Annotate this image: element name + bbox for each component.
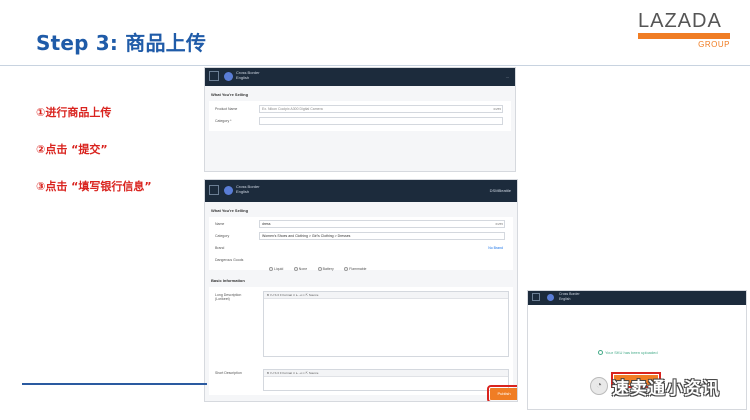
editor-toolbar[interactable]: B I U S ≡ ≡ Format ∨ ⇤ ⇥ ∞ ⇱ Source <box>264 370 508 377</box>
publish-button[interactable]: Publish <box>487 385 517 401</box>
language-label: English <box>236 75 250 80</box>
radio-circle-icon <box>317 267 322 272</box>
radio-battery[interactable]: Battery <box>317 267 334 272</box>
lazada-logo: LAZADA GROUP <box>638 10 730 49</box>
top-bar: Cross Border English DSMBeattle <box>205 180 517 202</box>
char-counter: 0/255 <box>493 107 501 111</box>
radio-label: Battery <box>322 267 334 271</box>
step-1: ①进行商品上传 <box>36 106 112 119</box>
account-avatar-icon <box>224 72 233 81</box>
form-card: Product Name Ex. Nikon Coolpix A300 Digi… <box>209 101 511 131</box>
steps-list: ①进行商品上传 ②点击 “提交” ③点击 “填写银行信息” <box>36 107 152 218</box>
account-switcher[interactable]: Cross Border English <box>236 70 260 80</box>
logo-accent-bar <box>638 33 730 39</box>
check-circle-icon <box>598 350 603 356</box>
step-3: ③点击 “填写银行信息” <box>36 180 152 193</box>
radio-none[interactable]: None <box>293 267 308 272</box>
category-input[interactable]: Women's Shoes and Clothing > Girl's Clot… <box>259 232 505 240</box>
radio-label: None <box>298 267 308 271</box>
language-label: English <box>559 297 571 301</box>
seller-center-logo <box>532 293 540 301</box>
radio-label: Liquid <box>274 267 284 271</box>
screenshot-product-form: Cross Border English DSMBeattle What You… <box>204 179 518 402</box>
short-description-label: Short Description <box>215 371 242 375</box>
product-name-row: Product Name Ex. Nikon Coolpix A300 Digi… <box>215 104 505 116</box>
category-label: Category <box>215 234 230 238</box>
screenshot-product-upload: Cross Border English ... What You're Sel… <box>204 67 516 172</box>
basic-info-card: Long Description (Lorikeet) B I U S ≡ ≡ … <box>209 287 513 395</box>
user-menu[interactable]: ... <box>506 74 509 79</box>
product-name-input[interactable]: Ex. Nikon Coolpix A300 Digital Camera <box>259 105 503 113</box>
user-menu[interactable]: DSMBeattle <box>490 188 511 193</box>
account-avatar-icon <box>547 294 554 301</box>
category-label: Category * <box>215 119 232 123</box>
no-brand-link[interactable]: No Brand <box>488 246 503 250</box>
name-label: Name <box>215 222 225 226</box>
product-name-label: Product Name <box>215 107 238 111</box>
watermark-text: 速卖通小资讯 <box>612 378 720 399</box>
seller-center-logo <box>209 185 219 195</box>
brand-row: Brand No Brand <box>215 243 507 255</box>
logo-text: LAZADA <box>638 10 722 32</box>
dangerous-goods-row: Dangerous Goods Liquid None Battery Flam… <box>215 255 507 272</box>
account-switcher[interactable]: Cross Border English <box>236 184 260 194</box>
radio-circle-icon <box>293 267 298 272</box>
category-input[interactable] <box>259 117 503 125</box>
name-row: Name dress 6/255 <box>215 219 507 231</box>
category-row: Category Women's Shoes and Clothing > Gi… <box>215 231 507 243</box>
slide-title: Step 3: 商品上传 <box>36 31 207 55</box>
char-counter: 6/255 <box>495 222 503 226</box>
watermark: ◔ 速卖通小资讯 <box>590 374 720 399</box>
top-bar: Cross Border English ... <box>205 68 515 86</box>
account-avatar-icon <box>224 186 233 195</box>
name-input[interactable]: dress <box>259 220 505 228</box>
category-row: Category * <box>215 116 505 128</box>
footer-divider <box>22 383 207 385</box>
title-divider <box>0 65 750 66</box>
step-2: ②点击 “提交” <box>36 143 108 156</box>
seller-center-logo <box>209 71 219 81</box>
success-text: Your SKU has been uploaded <box>605 350 658 355</box>
radio-circle-icon <box>344 267 349 272</box>
section-title: What You're Selling <box>211 92 249 97</box>
upload-success-message: Your SKU has been uploaded <box>598 350 658 356</box>
section-title: What You're Selling <box>211 208 249 213</box>
long-description-label: Long Description (Lorikeet) <box>215 293 242 301</box>
radio-circle-icon <box>269 267 273 272</box>
top-bar: Cross Border English <box>528 291 746 305</box>
dangerous-goods-label: Dangerous Goods <box>215 258 244 262</box>
editor-toolbar[interactable]: B I U S ≡ ≡ Format ∨ ⇤ ⇥ ∞ ⇱ Source <box>264 292 508 299</box>
short-description-editor[interactable]: B I U S ≡ ≡ Format ∨ ⇤ ⇥ ∞ ⇱ Source <box>263 369 509 391</box>
brand-label: Brand <box>215 246 225 250</box>
selling-card: Name dress 6/255 Category Women's Shoes … <box>209 217 513 272</box>
radio-label: Flammable <box>349 267 367 271</box>
dangerous-goods-options: Liquid None Battery Flammable <box>269 257 372 275</box>
account-switcher[interactable]: Cross Border English <box>559 292 580 302</box>
radio-flammable[interactable]: Flammable <box>344 267 367 272</box>
radio-liquid[interactable]: Liquid <box>269 267 284 272</box>
logo-subtext: GROUP <box>698 40 730 49</box>
long-description-editor[interactable]: B I U S ≡ ≡ Format ∨ ⇤ ⇥ ∞ ⇱ Source <box>263 291 509 357</box>
wechat-icon: ◔ <box>590 377 608 395</box>
language-label: English <box>236 189 250 194</box>
